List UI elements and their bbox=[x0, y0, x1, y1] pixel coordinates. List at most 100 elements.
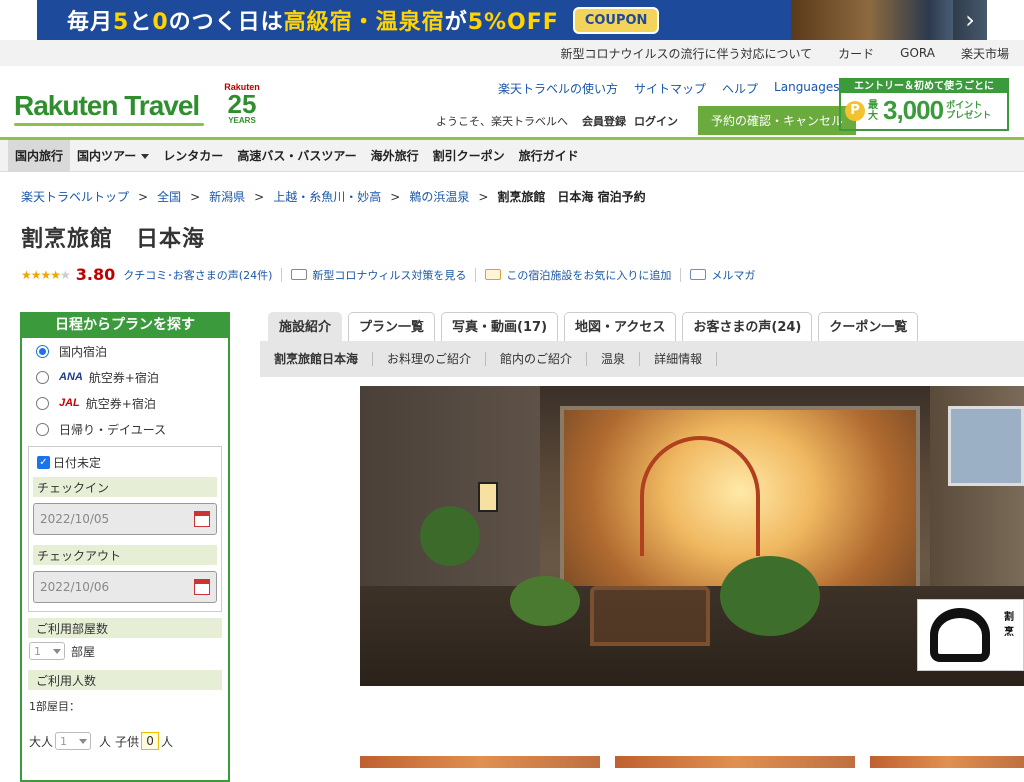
banner-text: 毎月5と0のつく日は高級宿・温泉宿が5%OFF bbox=[67, 10, 559, 35]
nav-rentacar[interactable]: レンタカー bbox=[156, 140, 230, 172]
rooms-select[interactable]: 1 bbox=[29, 642, 65, 660]
banner-next-arrow-icon[interactable]: › bbox=[953, 0, 987, 40]
checkout-label: チェックアウト bbox=[33, 545, 217, 565]
radio-selected[interactable] bbox=[36, 344, 49, 358]
covid-icon bbox=[291, 269, 308, 280]
tab-map[interactable]: 地図・アクセス bbox=[564, 312, 677, 341]
option-jal[interactable]: JAL 航空券+宿泊 bbox=[22, 390, 228, 416]
util-link-card[interactable]: カード bbox=[838, 45, 874, 62]
hotel-logo-mark-icon bbox=[930, 608, 990, 662]
tab-coupons[interactable]: クーポン一覧 bbox=[818, 312, 919, 341]
chevron-down-icon bbox=[79, 738, 88, 744]
rating-row: ★★★★★ 3.80 クチコミ･お客さまの声(24件) 新型コロナウィルス対策を… bbox=[21, 265, 755, 284]
header-link-howto[interactable]: 楽天トラベルの使い方 bbox=[498, 80, 618, 97]
photo-thumbnail[interactable] bbox=[615, 756, 855, 768]
welcome-text: ようこそ、楽天トラベルへ bbox=[436, 114, 568, 128]
add-favorite-link[interactable]: この宿泊施設をお気に入りに追加 bbox=[506, 267, 671, 283]
date-box: ✓ 日付未定 チェックイン 2022/10/05 チェックアウト 2022/10… bbox=[28, 446, 222, 612]
breadcrumb-item[interactable]: 全国 bbox=[157, 188, 181, 205]
chevron-down-icon bbox=[53, 648, 61, 654]
page-title: 割烹旅館 日本海 bbox=[21, 227, 206, 252]
point-coin-icon: P bbox=[845, 100, 865, 121]
option-domestic[interactable]: 国内宿泊 bbox=[22, 338, 228, 364]
option-ana[interactable]: ANA 航空券+宿泊 bbox=[22, 364, 228, 390]
breadcrumb-current: 割烹旅館 日本海 宿泊予約 bbox=[497, 190, 646, 204]
top-banner-area: 毎月5と0のつく日は高級宿・温泉宿が5%OFF COUPON › bbox=[0, 0, 1024, 40]
mail-icon bbox=[690, 269, 707, 280]
site-header: Rakuten Travel Rakuten 25 YEARS 楽天トラベルの使… bbox=[0, 66, 1024, 140]
photo-thumbnail[interactable] bbox=[870, 756, 1024, 768]
lantern bbox=[478, 482, 498, 512]
sidebar-title: 日程からプランを探す bbox=[22, 312, 228, 338]
covid-measures-link[interactable]: 新型コロナウィルス対策を見る bbox=[312, 267, 466, 283]
breadcrumb-item[interactable]: 鵜の浜温泉 bbox=[409, 188, 469, 205]
banner-coupon-badge: COUPON bbox=[572, 6, 660, 34]
tab-reviews[interactable]: お客さまの声(24) bbox=[682, 312, 813, 341]
reservation-check-button[interactable]: 予約の確認・キャンセル bbox=[698, 106, 857, 135]
subtab-details[interactable]: 詳細情報 bbox=[640, 352, 718, 366]
header-links: 楽天トラベルの使い方 サイトマップ ヘルプ Languages bbox=[498, 80, 853, 97]
date-undecided-checkbox[interactable]: ✓ 日付未定 bbox=[33, 451, 217, 473]
subtab-onsen[interactable]: 温泉 bbox=[587, 352, 641, 366]
header-link-help[interactable]: ヘルプ bbox=[722, 80, 758, 97]
radio[interactable] bbox=[36, 396, 49, 410]
breadcrumb-item[interactable]: 新潟県 bbox=[209, 188, 245, 205]
radio[interactable] bbox=[36, 422, 49, 436]
rating-score: 3.80 bbox=[75, 265, 116, 284]
facility-tabs: 施設紹介 プラン一覧 写真・動画(17) 地図・アクセス お客さまの声(24) … bbox=[268, 312, 919, 341]
checkout-input[interactable]: 2022/10/06 bbox=[33, 571, 217, 603]
reviews-link[interactable]: クチコミ･お客さまの声(24件) bbox=[123, 267, 272, 283]
promo-banner[interactable]: 毎月5と0のつく日は高級宿・温泉宿が5%OFF COUPON › bbox=[37, 0, 987, 40]
entry-campaign-banner[interactable]: エントリー＆初めて使うごとに P 最大 3,000 ポイント プレゼント bbox=[839, 78, 1009, 131]
subtab-interior[interactable]: 館内のご紹介 bbox=[486, 352, 588, 366]
favorite-icon bbox=[485, 269, 502, 280]
child-count-input[interactable]: 0 bbox=[141, 732, 160, 750]
calendar-icon[interactable] bbox=[194, 579, 210, 595]
ana-logo-icon: ANA bbox=[59, 371, 83, 383]
persons-row: 大人 1 人 子供 0 人 bbox=[29, 732, 174, 750]
nav-domestic[interactable]: 国内旅行 bbox=[8, 139, 71, 172]
breadcrumb: 楽天トラベルトップ > 全国 > 新潟県 > 上越・糸魚川・妙高 > 鵜の浜温泉 > 割烹… bbox=[21, 188, 646, 205]
hotel-main-photo: 割烹 bbox=[360, 386, 1024, 686]
nav-bus[interactable]: 高速バス・バスツアー bbox=[230, 140, 363, 172]
mailmag-link[interactable]: メルマガ bbox=[711, 267, 755, 283]
jal-logo-icon: JAL bbox=[59, 397, 80, 409]
chevron-down-icon bbox=[141, 153, 150, 159]
photo-thumbnail[interactable] bbox=[360, 756, 600, 768]
checkin-input[interactable]: 2022/10/05 bbox=[33, 503, 217, 535]
breadcrumb-item[interactable]: 楽天トラベルトップ bbox=[21, 188, 129, 205]
main-nav: 国内旅行 国内ツアー レンタカー 高速バス・バスツアー 海外旅行 割引クーポン … bbox=[0, 139, 1024, 172]
tab-plans[interactable]: プラン一覧 bbox=[348, 312, 436, 341]
nav-coupon[interactable]: 割引クーポン bbox=[426, 140, 512, 172]
calendar-icon[interactable] bbox=[194, 511, 210, 527]
adult-select[interactable]: 1 bbox=[55, 732, 92, 750]
logo-underline bbox=[14, 123, 204, 126]
radio[interactable] bbox=[36, 370, 49, 384]
register-link[interactable]: 会員登録 bbox=[582, 113, 626, 129]
room1-label: 1部屋目： bbox=[29, 700, 80, 713]
rooms-label: ご利用部屋数 bbox=[28, 618, 222, 638]
login-link[interactable]: ログイン bbox=[634, 113, 678, 129]
nav-overseas[interactable]: 海外旅行 bbox=[364, 140, 426, 172]
util-link-ichiba[interactable]: 楽天市場 bbox=[961, 45, 1009, 62]
persons-label: ご利用人数 bbox=[28, 670, 222, 690]
checkbox-checked-icon[interactable]: ✓ bbox=[37, 455, 50, 469]
tab-photos[interactable]: 写真・動画(17) bbox=[441, 312, 559, 341]
checkin-label: チェックイン bbox=[33, 477, 217, 497]
bench bbox=[590, 586, 710, 646]
tab-facility[interactable]: 施設紹介 bbox=[268, 312, 343, 341]
nav-domestic-tour[interactable]: 国内ツアー bbox=[70, 140, 156, 172]
nav-guide[interactable]: 旅行ガイド bbox=[512, 140, 586, 172]
plan-search-sidebar: 日程からプランを探す 国内宿泊 ANA 航空券+宿泊 JAL 航空券+宿泊 日帰… bbox=[20, 312, 230, 782]
util-link-gora[interactable]: GORA bbox=[900, 46, 935, 60]
rakuten-travel-logo[interactable]: Rakuten Travel bbox=[14, 90, 200, 122]
breadcrumb-item[interactable]: 上越・糸魚川・妙高 bbox=[273, 188, 381, 205]
utility-bar: 新型コロナウイルスの流行に伴う対応について カード GORA 楽天市場 bbox=[0, 40, 1024, 66]
util-link-covid[interactable]: 新型コロナウイルスの流行に伴う対応について bbox=[561, 45, 813, 62]
header-link-sitemap[interactable]: サイトマップ bbox=[634, 80, 706, 97]
hotel-logo-overlay: 割烹 bbox=[917, 599, 1024, 671]
subtab-food[interactable]: お料理のご紹介 bbox=[373, 352, 487, 366]
rating-stars-icon: ★★★★★ bbox=[21, 267, 71, 282]
option-dayuse[interactable]: 日帰り・デイユース bbox=[22, 416, 228, 442]
subtab-overview[interactable]: 割烹旅館日本海 bbox=[260, 352, 374, 366]
